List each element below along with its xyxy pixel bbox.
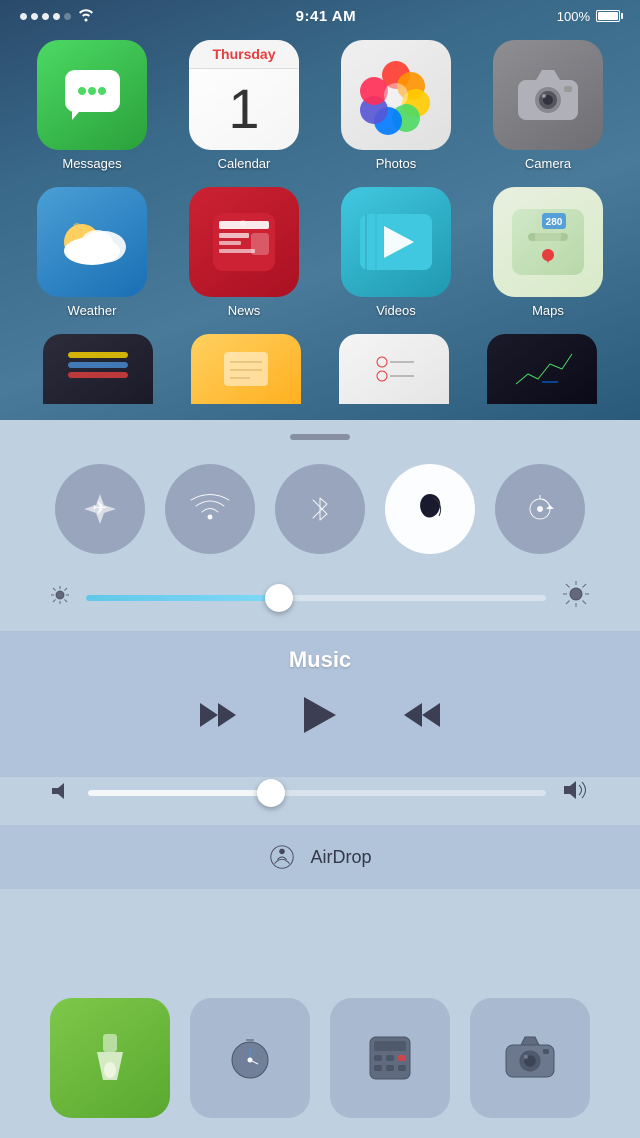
app-stocks[interactable] [468, 334, 616, 404]
app-camera[interactable]: Camera [480, 40, 616, 171]
handle-bar [290, 434, 350, 440]
camera-icon [493, 40, 603, 150]
messages-icon [37, 40, 147, 150]
signal-dots [20, 13, 71, 20]
svg-text:280: 280 [546, 217, 563, 228]
news-label: News [228, 303, 261, 318]
timer-button[interactable] [190, 998, 310, 1118]
control-center: ✈ [0, 420, 640, 1138]
volume-thumb[interactable] [257, 779, 285, 807]
weather-label: Weather [68, 303, 117, 318]
messages-label: Messages [62, 156, 121, 171]
battery-percent: 100% [557, 9, 590, 24]
calendar-label: Calendar [218, 156, 271, 171]
status-time: 9:41 AM [296, 8, 356, 25]
flashlight-button[interactable] [50, 998, 170, 1118]
app-news[interactable]: News [176, 187, 312, 318]
airdrop-icon [268, 843, 296, 871]
photos-icon [341, 40, 451, 150]
app-wallet[interactable] [24, 334, 172, 404]
news-icon [189, 187, 299, 297]
calculator-button[interactable] [330, 998, 450, 1118]
videos-label: Videos [376, 303, 416, 318]
bluetooth-toggle[interactable] [275, 464, 365, 554]
app-calendar[interactable]: Thursday 1 Calendar [176, 40, 312, 171]
cc-toggles: ✈ [0, 448, 640, 574]
volume-high-icon [562, 777, 590, 809]
maps-label: Maps [532, 303, 564, 318]
battery-icon [596, 10, 620, 22]
camera-quicklaunch-button[interactable] [470, 998, 590, 1118]
calendar-date: 1 [228, 76, 259, 141]
wifi-icon [77, 8, 95, 25]
app-photos[interactable]: Photos [328, 40, 464, 171]
rotation-lock-toggle[interactable] [495, 464, 585, 554]
brightness-slider[interactable] [86, 595, 546, 601]
airdrop-label: AirDrop [310, 847, 371, 868]
volume-section [0, 777, 640, 825]
brightness-thumb[interactable] [265, 584, 293, 612]
volume-low-icon [50, 780, 72, 807]
photos-label: Photos [376, 156, 416, 171]
volume-slider[interactable] [88, 790, 546, 796]
music-title: Music [40, 647, 600, 673]
app-notes[interactable] [172, 334, 320, 404]
airdrop-row[interactable]: AirDrop [0, 825, 640, 889]
status-bar: 9:41 AM 100% [0, 0, 640, 28]
forward-button[interactable] [400, 697, 444, 733]
stocks-icon [487, 334, 597, 404]
notes-icon [191, 334, 301, 404]
brightness-high-icon [562, 580, 590, 615]
calendar-icon: Thursday 1 [189, 40, 299, 150]
cc-handle[interactable] [0, 420, 640, 448]
videos-icon [341, 187, 451, 297]
brightness-section [0, 574, 640, 631]
wallet-icon [43, 334, 153, 404]
home-screen: 9:41 AM 100% Messages [0, 0, 640, 420]
app-reminders[interactable] [320, 334, 468, 404]
camera-label: Camera [525, 156, 571, 171]
airplane-toggle[interactable]: ✈ [55, 464, 145, 554]
music-controls [40, 693, 600, 737]
calendar-day: Thursday [189, 40, 299, 69]
partial-app-row [0, 334, 640, 404]
play-button[interactable] [300, 693, 340, 737]
status-right: 100% [557, 9, 620, 24]
brightness-low-icon [50, 585, 70, 610]
maps-icon: 280 [493, 187, 603, 297]
app-videos[interactable]: Videos [328, 187, 464, 318]
reminders-icon [339, 334, 449, 404]
music-section: Music [0, 631, 640, 777]
quick-launch [0, 978, 640, 1138]
app-messages[interactable]: Messages [24, 40, 160, 171]
app-weather[interactable]: Weather [24, 187, 160, 318]
app-grid: Messages Thursday 1 Calendar [0, 28, 640, 334]
status-left [20, 8, 95, 25]
app-maps[interactable]: 280 Maps [480, 187, 616, 318]
svg-text:✈: ✈ [92, 498, 107, 518]
do-not-disturb-toggle[interactable] [385, 464, 475, 554]
weather-icon [37, 187, 147, 297]
rewind-button[interactable] [196, 697, 240, 733]
wifi-toggle[interactable] [165, 464, 255, 554]
